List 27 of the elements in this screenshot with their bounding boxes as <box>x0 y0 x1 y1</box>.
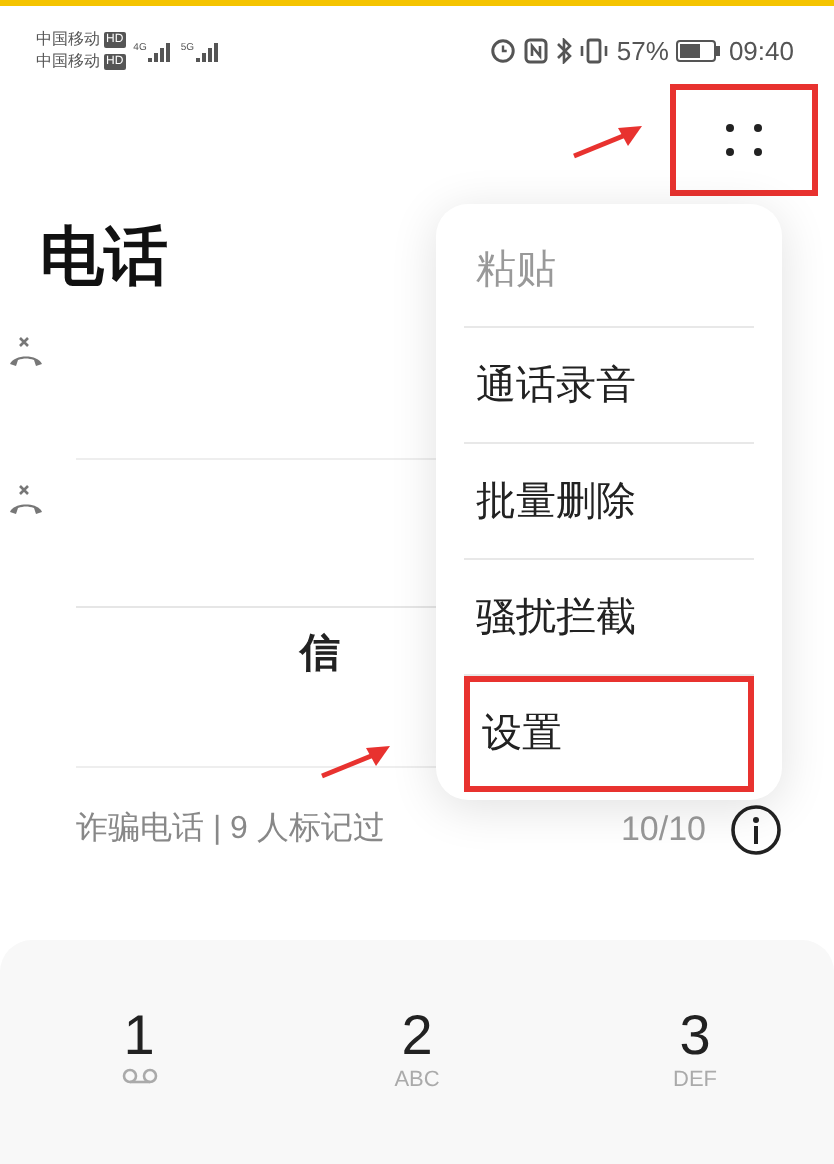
annotation-arrow <box>572 124 644 160</box>
signal-icon <box>148 41 173 61</box>
carrier-name: 中国移动 <box>36 30 100 50</box>
dial-key[interactable]: 3 DEF <box>556 1004 834 1094</box>
annotation-arrow <box>320 744 392 780</box>
call-name: 信 <box>300 630 340 680</box>
voicemail-icon <box>121 1068 157 1084</box>
info-icon[interactable] <box>730 804 782 856</box>
call-count: 10/10 <box>620 808 706 853</box>
signal-icon <box>196 41 221 61</box>
more-menu-button[interactable] <box>670 84 818 196</box>
clock-icon <box>490 38 517 64</box>
menu-item[interactable]: 批量删除 <box>464 444 754 560</box>
nfc-icon <box>524 38 549 64</box>
sim-caption: 诈骗电话 | 9 人标记过 <box>76 809 385 850</box>
carrier-name: 中国移动 <box>36 52 100 72</box>
battery-percent: 57% <box>616 33 669 70</box>
menu-item[interactable]: 骚扰拦截 <box>464 560 754 676</box>
clock-time: 09:40 <box>728 33 794 70</box>
bluetooth-icon <box>556 38 573 64</box>
page-title: 电话 <box>40 218 168 296</box>
vibrate-icon <box>580 38 609 64</box>
menu-item[interactable]: 设置 <box>464 676 754 792</box>
dial-key[interactable]: 1 <box>0 1004 278 1084</box>
more-icon <box>726 124 762 156</box>
menu-item[interactable]: 通话录音 <box>464 328 754 444</box>
dial-key[interactable]: 2 ABC <box>278 1004 556 1094</box>
